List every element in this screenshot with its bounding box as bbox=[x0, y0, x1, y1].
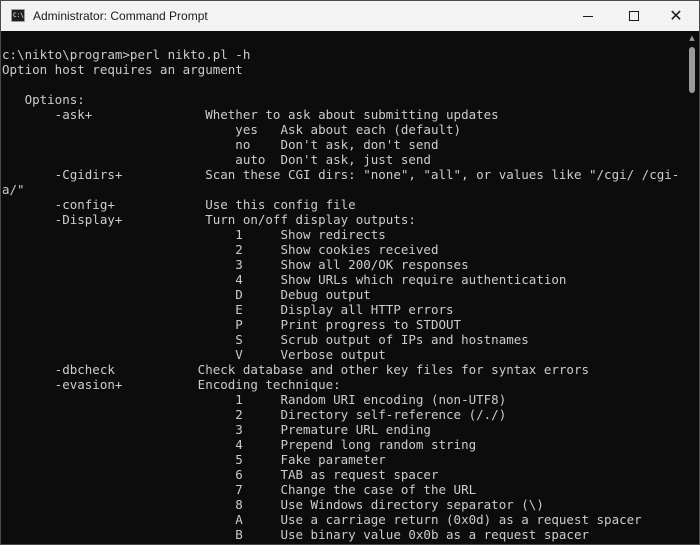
maximize-button[interactable] bbox=[611, 1, 657, 31]
console-line: c:\nikto\program>perl nikto.pl -h bbox=[2, 47, 251, 62]
console-line: V Verbose output bbox=[2, 347, 386, 362]
terminal-icon: C:\ bbox=[11, 9, 25, 22]
console-line: 8 Use Windows directory separator (\) bbox=[2, 497, 544, 512]
console-line: yes Ask about each (default) bbox=[2, 122, 462, 137]
console-line: 7 Change the case of the URL bbox=[2, 482, 477, 497]
window-title: Administrator: Command Prompt bbox=[33, 9, 208, 23]
console-line: 6 TAB as request spacer bbox=[2, 467, 439, 482]
scroll-thumb[interactable] bbox=[689, 47, 695, 93]
console-output[interactable]: c:\nikto\program>perl nikto.pl -h Option … bbox=[1, 31, 685, 544]
console-line: 2 Directory self-reference (/./) bbox=[2, 407, 507, 422]
console-line: A Use a carriage return (0x0d) as a requ… bbox=[2, 512, 642, 527]
console-line: E Display all HTTP errors bbox=[2, 302, 454, 317]
console-line: a/" bbox=[2, 182, 25, 197]
console-line: -Display+ Turn on/off display outputs: bbox=[2, 212, 416, 227]
console-line: 1 Random URI encoding (non-UTF8) bbox=[2, 392, 507, 407]
console-line: 1 Show redirects bbox=[2, 227, 386, 242]
console-line: 3 Show all 200/OK responses bbox=[2, 257, 469, 272]
console-lines: c:\nikto\program>perl nikto.pl -h Option … bbox=[2, 47, 679, 542]
close-button[interactable]: ✕ bbox=[653, 1, 699, 31]
console-line: -evasion+ Encoding technique: bbox=[2, 377, 341, 392]
minimize-button[interactable] bbox=[565, 1, 611, 31]
console-line: 2 Show cookies received bbox=[2, 242, 439, 257]
minimize-icon bbox=[583, 15, 593, 17]
scroll-up-arrow-icon[interactable]: ▲ bbox=[685, 33, 699, 43]
console-line: P Print progress to STDOUT bbox=[2, 317, 462, 332]
console-line: 4 Prepend long random string bbox=[2, 437, 477, 452]
title-bar[interactable]: C:\ Administrator: Command Prompt ✕ bbox=[1, 1, 699, 31]
console-line: S Scrub output of IPs and hostnames bbox=[2, 332, 529, 347]
console-line: -dbcheck Check database and other key fi… bbox=[2, 362, 589, 377]
console-line: auto Don't ask, just send bbox=[2, 152, 431, 167]
close-icon: ✕ bbox=[669, 6, 683, 25]
console-line: D Debug output bbox=[2, 287, 371, 302]
console-line: 4 Show URLs which require authentication bbox=[2, 272, 567, 287]
console-line: -config+ Use this config file bbox=[2, 197, 356, 212]
console-line: B Use binary value 0x0b as a request spa… bbox=[2, 527, 589, 542]
console-line: -Cgidirs+ Scan these CGI dirs: "none", "… bbox=[2, 167, 680, 182]
console-line: 3 Premature URL ending bbox=[2, 422, 431, 437]
console-line: -ask+ Whether to ask about submitting up… bbox=[2, 107, 499, 122]
vertical-scrollbar[interactable]: ▲ bbox=[685, 31, 699, 544]
maximize-icon bbox=[629, 11, 639, 21]
command-prompt-window: C:\ Administrator: Command Prompt ✕ c:\n… bbox=[0, 0, 700, 545]
console-line: Option host requires an argument bbox=[2, 62, 243, 77]
console-line: Options: bbox=[2, 92, 85, 107]
console-line: no Don't ask, don't send bbox=[2, 137, 439, 152]
console-line: 5 Fake parameter bbox=[2, 452, 386, 467]
